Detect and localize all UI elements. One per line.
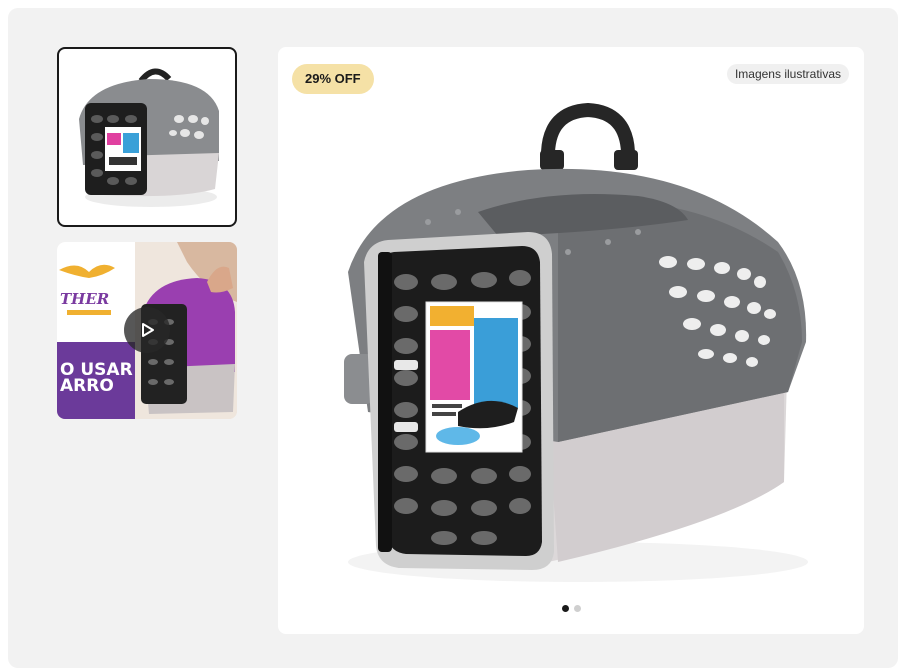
video-caption-line-2: ARRO: [60, 376, 114, 396]
carousel-dot-1[interactable]: [561, 605, 569, 612]
discount-badge: 29% OFF: [292, 64, 374, 94]
carousel-dot-2[interactable]: [573, 605, 581, 612]
pet-carrier-thumbnail-icon: [79, 68, 219, 207]
video-play-button[interactable]: [124, 307, 170, 353]
video-brand-text: THER: [60, 290, 110, 308]
pet-carrier-product-image-icon: [344, 102, 808, 582]
illustrative-images-tag: Imagens ilustrativas: [726, 64, 849, 84]
thumbnail-image-1[interactable]: [57, 47, 237, 227]
play-icon: [142, 323, 154, 337]
main-product-image-card[interactable]: 29% OFF Imagens ilustrativas: [278, 47, 864, 634]
carousel-dots: [278, 605, 864, 612]
